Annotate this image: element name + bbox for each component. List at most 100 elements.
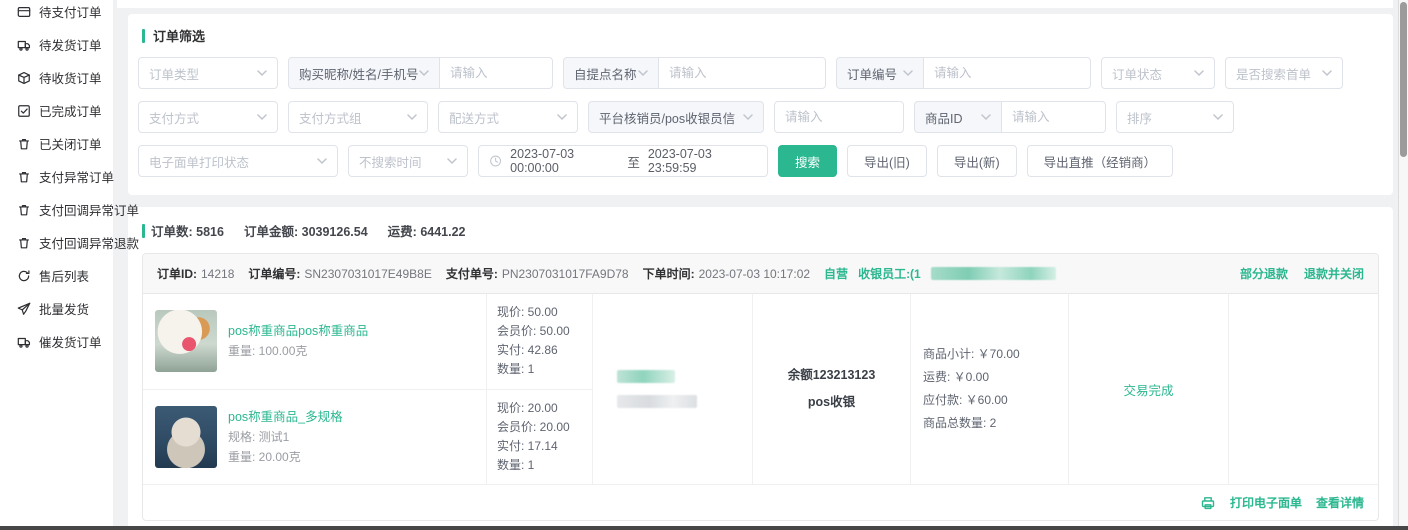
sidebar-menu: 待支付订单 待发货订单 待收货订单 已完成订单 已关闭订单 支付异常订单 支付回…: [0, 0, 113, 358]
self-operated-tag: 自营: [824, 265, 848, 282]
title-accent-bar: [142, 29, 145, 43]
order-type-select[interactable]: 订单类型: [138, 57, 278, 89]
order-header-actions: 部分退款 退款并关闭: [1240, 265, 1364, 282]
customer-phone-redacted: [617, 395, 697, 408]
eprint-status-select[interactable]: 电子面单打印状态: [138, 145, 338, 177]
chevron-down-icon: [257, 114, 267, 121]
product-image[interactable]: [155, 406, 217, 468]
order-filter-card: 订单筛选 订单类型 购买昵称/姓名/手机号 自提点名称: [128, 14, 1393, 195]
pay-method-group-select[interactable]: 支付方式组: [288, 101, 428, 133]
trash-icon: [17, 203, 31, 217]
vertical-scrollbar[interactable]: [1398, 0, 1408, 530]
filter-row-2: 支付方式 支付方式组 配送方式 平台核销员/pos收银员信 商品ID: [138, 101, 1383, 133]
sidebar-item-urge-ship[interactable]: 催发货订单: [0, 325, 113, 358]
sidebar-item-batch-ship[interactable]: 批量发货: [0, 292, 113, 325]
product-attr: 重量: 100.00克: [228, 341, 368, 361]
sidebar-item-aftersale[interactable]: 售后列表: [0, 259, 113, 292]
stat-order-count: 订单数: 5816: [151, 221, 224, 240]
first-order-select[interactable]: 是否搜索首单: [1225, 57, 1343, 89]
export-direct-button[interactable]: 导出直推（经销商）: [1027, 145, 1174, 177]
product-id-input[interactable]: [1002, 101, 1106, 133]
order-card: 订单ID: 14218 订单编号: SN2307031017E49B8E 支付单…: [142, 253, 1379, 521]
sidebar-item-label: 已完成订单: [39, 101, 102, 120]
refresh-icon: [17, 269, 31, 283]
price-member: 会员价: 50.00: [497, 322, 592, 341]
order-item-row: pos称重商品pos称重商品 重量: 100.00克 现价: 50.00 会员价…: [143, 294, 592, 390]
product-info: pos称重商品pos称重商品 重量: 100.00克: [228, 321, 368, 361]
truck-icon: [17, 38, 31, 52]
sidebar-item-closed[interactable]: 已关闭订单: [0, 127, 113, 160]
chevron-down-icon: [447, 158, 457, 165]
status-cell: 交易完成: [1069, 294, 1229, 484]
stat-order-count-label: 订单数:: [151, 225, 193, 239]
order-stats: 订单数: 5816 订单金额: 3039126.54 运费: 6441.22: [142, 221, 1379, 240]
sidebar-item-label: 待发货订单: [39, 35, 102, 54]
view-detail-link[interactable]: 查看详情: [1316, 494, 1364, 511]
export-old-button[interactable]: 导出(旧): [847, 145, 927, 177]
sidebar-item-label: 待收货订单: [39, 68, 102, 87]
chevron-down-icon: [257, 70, 267, 77]
chevron-down-icon: [1213, 114, 1223, 121]
product-image[interactable]: [155, 310, 217, 372]
sort-select[interactable]: 排序: [1116, 101, 1234, 133]
stat-freight-label: 运费:: [388, 225, 417, 239]
chevron-down-icon: [317, 158, 327, 165]
product-attr: 规格: 测试1: [228, 427, 343, 447]
item-qty: 数量: 1: [497, 360, 592, 379]
sidebar: 待支付订单 待发货订单 待收货订单 已完成订单 已关闭订单 支付异常订单 支付回…: [0, 0, 113, 530]
product-id-select[interactable]: 商品ID: [914, 101, 1002, 133]
verifier-select[interactable]: 平台核销员/pos收银员信: [588, 101, 764, 133]
totals-cell: 商品小计: ￥70.00 运费: ￥0.00 应付款: ￥60.00 商品总数量…: [911, 294, 1069, 484]
clock-icon: [489, 154, 502, 168]
pay-method-select[interactable]: 支付方式: [138, 101, 278, 133]
sidebar-item-pending-payment[interactable]: 待支付订单: [0, 0, 113, 28]
stat-order-amount: 订单金额: 3039126.54: [244, 221, 368, 240]
order-status-label: 订单状态: [1112, 64, 1162, 83]
sidebar-item-callback-exception-refund[interactable]: 支付回调异常退款: [0, 226, 113, 259]
chevron-down-icon: [743, 114, 753, 121]
order-pn-label: 支付单号:: [446, 265, 498, 282]
verifier-input[interactable]: [774, 101, 904, 133]
partial-refund-link[interactable]: 部分退款: [1240, 265, 1288, 282]
refund-close-link[interactable]: 退款并关闭: [1304, 265, 1364, 282]
pickup-search-input[interactable]: [659, 57, 826, 89]
pickup-select[interactable]: 自提点名称: [563, 57, 659, 89]
order-id-value: 14218: [201, 267, 234, 281]
sidebar-item-callback-exception-order[interactable]: 支付回调异常订单: [0, 193, 113, 226]
price-current: 现价: 50.00: [497, 303, 592, 322]
order-status-text: 交易完成: [1123, 380, 1173, 399]
delivery-select[interactable]: 配送方式: [438, 101, 578, 133]
price-cell: 现价: 50.00 会员价: 50.00 实付: 42.86 数量: 1: [487, 294, 592, 389]
date-range-picker[interactable]: 2023-07-03 00:00:00 至 2023-07-03 23:59:5…: [478, 145, 768, 177]
order-pn-value: PN2307031017FA9D78: [502, 267, 629, 281]
sidebar-item-pay-exception[interactable]: 支付异常订单: [0, 160, 113, 193]
print-eorder-link[interactable]: 打印电子面单: [1230, 494, 1302, 511]
sidebar-item-pending-receive[interactable]: 待收货订单: [0, 61, 113, 94]
product-name-link[interactable]: pos称重商品pos称重商品: [228, 321, 368, 341]
sidebar-item-pending-ship[interactable]: 待发货订单: [0, 28, 113, 61]
total-qty: 商品总数量: 2: [923, 412, 996, 435]
send-icon: [17, 302, 31, 316]
date-end: 2023-07-03 23:59:59: [648, 147, 757, 175]
scrollbar-thumb[interactable]: [1400, 2, 1407, 157]
order-status-select[interactable]: 订单状态: [1101, 57, 1215, 89]
verifier-label: 平台核销员/pos收银员信: [599, 108, 735, 127]
bottom-edge-bar: [0, 526, 1408, 530]
export-new-button[interactable]: 导出(新): [937, 145, 1017, 177]
eprint-status-label: 电子面单打印状态: [149, 152, 249, 171]
trash-icon: [17, 137, 31, 151]
order-no-select[interactable]: 订单编号: [836, 57, 924, 89]
buyer-field-select[interactable]: 购买昵称/姓名/手机号: [288, 57, 440, 89]
sort-label: 排序: [1127, 108, 1152, 127]
search-button[interactable]: 搜索: [778, 145, 837, 177]
sidebar-item-completed[interactable]: 已完成订单: [0, 94, 113, 127]
buyer-search-input[interactable]: [440, 57, 553, 89]
freight: 运费: ￥0.00: [923, 366, 989, 389]
check-square-icon: [17, 104, 31, 118]
first-order-label: 是否搜索首单: [1236, 64, 1311, 83]
product-name-link[interactable]: pos称重商品_多规格: [228, 407, 343, 427]
order-body: pos称重商品pos称重商品 重量: 100.00克 现价: 50.00 会员价…: [143, 294, 1378, 484]
order-no-search-input[interactable]: [924, 57, 1091, 89]
trash-icon: [17, 236, 31, 250]
time-mode-select[interactable]: 不搜索时间: [348, 145, 468, 177]
